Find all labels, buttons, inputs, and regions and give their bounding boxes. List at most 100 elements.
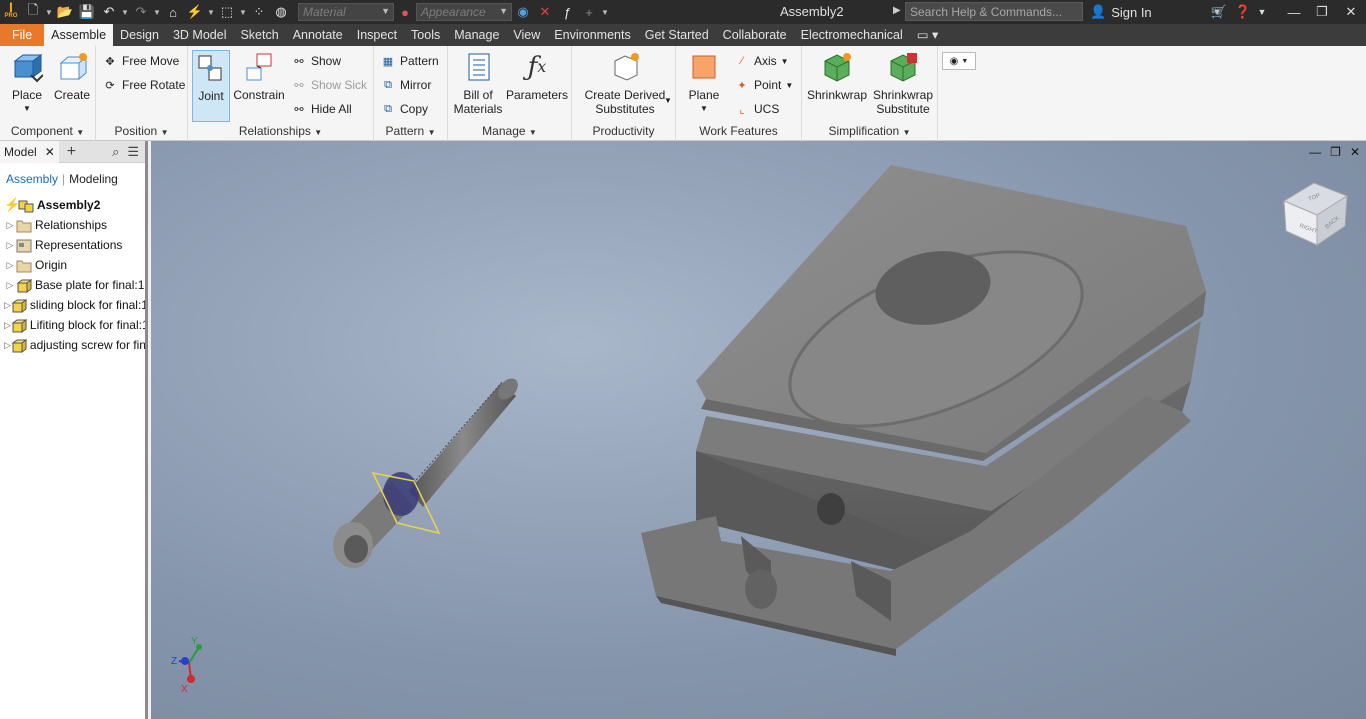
tab-design[interactable]: Design bbox=[113, 24, 166, 46]
tree-node[interactable]: ▷ Origin bbox=[0, 255, 145, 275]
tab-manage[interactable]: Manage bbox=[447, 24, 506, 46]
undo-dropdown[interactable]: ▼ bbox=[120, 8, 130, 17]
customize-dropdown[interactable]: ▼ bbox=[600, 8, 610, 17]
update-dropdown[interactable]: ▼ bbox=[206, 8, 216, 17]
tab-get-started[interactable]: Get Started bbox=[638, 24, 716, 46]
bill-of-materials-button[interactable]: Bill of Materials bbox=[452, 50, 504, 116]
point-button[interactable]: ✦ Point ▼ bbox=[734, 76, 793, 94]
redo-icon[interactable]: ↷ bbox=[130, 2, 152, 22]
adjust-appearance-icon[interactable]: ◉ bbox=[512, 2, 534, 22]
adjusting-screw-model[interactable] bbox=[333, 375, 522, 568]
tab-annotate[interactable]: Annotate bbox=[286, 24, 350, 46]
tree-node[interactable]: ▷ Base plate for final:1 bbox=[0, 275, 145, 295]
menu-icon[interactable]: ☰ bbox=[127, 144, 139, 160]
appearance-dropdown[interactable]: Appearance ▼ bbox=[416, 3, 512, 21]
constrain-button[interactable]: Constrain bbox=[232, 50, 286, 102]
plane-button[interactable]: Plane ▼ bbox=[684, 50, 724, 116]
add-tab-icon[interactable]: + bbox=[67, 143, 76, 161]
expand-icon[interactable]: ▷ bbox=[4, 340, 11, 351]
tab-assemble[interactable]: Assemble bbox=[44, 24, 114, 46]
create-derived-substitutes-button[interactable]: Create Derived Substitutes bbox=[582, 50, 668, 116]
select-dropdown[interactable]: ▼ bbox=[238, 8, 248, 17]
home-icon[interactable]: ⌂ bbox=[162, 2, 184, 22]
free-rotate-button[interactable]: ⟳ Free Rotate bbox=[102, 76, 185, 94]
close-tab-icon[interactable]: ✕ bbox=[45, 145, 55, 159]
measure-icon[interactable]: ⁘ bbox=[248, 2, 270, 22]
open-icon[interactable]: 📂 bbox=[54, 2, 76, 22]
viewcube[interactable]: RIGHT BACK TOP bbox=[1282, 182, 1349, 246]
material-dropdown[interactable]: Material ▼ bbox=[298, 3, 394, 21]
expand-icon[interactable]: ▷ bbox=[4, 300, 11, 311]
panel-title-pattern[interactable]: Pattern ▼ bbox=[374, 124, 447, 138]
search-icon[interactable]: ⌕ bbox=[112, 144, 119, 160]
shrinkwrap-substitute-button[interactable]: Shrinkwrap Substitute bbox=[870, 50, 936, 116]
productivity-dropdown-icon[interactable]: ▼ bbox=[664, 96, 672, 105]
expand-icon[interactable]: ▷ bbox=[4, 240, 16, 251]
tab-overflow-dropdown-icon[interactable]: ▭ ▾ bbox=[910, 24, 946, 46]
help-icon[interactable]: ❓ bbox=[1232, 4, 1254, 20]
maximize-icon[interactable]: ❐ bbox=[1308, 4, 1336, 20]
undo-icon[interactable]: ↶ bbox=[98, 2, 120, 22]
shrinkwrap-button[interactable]: Shrinkwrap bbox=[806, 50, 868, 102]
tab-electromechanical[interactable]: Electromechanical bbox=[794, 24, 910, 46]
sign-in-button[interactable]: 👤 Sign In ▼ bbox=[1090, 4, 1222, 20]
help-dropdown-icon[interactable]: ▼ bbox=[1254, 7, 1270, 17]
tree-root[interactable]: ⚡ Assembly2 bbox=[0, 195, 145, 215]
panel-title-relationships[interactable]: Relationships ▼ bbox=[188, 124, 373, 138]
new-dropdown[interactable]: ▼ bbox=[44, 8, 54, 17]
tree-node[interactable]: ▷ Representations bbox=[0, 235, 145, 255]
minimize-icon[interactable]: — bbox=[1280, 5, 1308, 20]
panel-title-simplification[interactable]: Simplification ▼ bbox=[802, 124, 937, 138]
graphics-viewport[interactable]: — ❐ ✕ RIGHT BACK TOP Y Z X bbox=[151, 141, 1366, 719]
cart-icon[interactable]: 🛒 bbox=[1206, 4, 1232, 20]
tree-node[interactable]: ▷ sliding block for final:1 bbox=[0, 295, 145, 315]
axis-button[interactable]: ⁄ Axis ▼ bbox=[734, 52, 789, 70]
tree-node[interactable]: ▷ adjusting screw for final:1 bbox=[0, 335, 145, 355]
tab-sketch[interactable]: Sketch bbox=[233, 24, 285, 46]
free-move-button[interactable]: ✥ Free Move bbox=[102, 52, 179, 70]
tree-node[interactable]: ▷ Lifiting block for final:1 bbox=[0, 315, 145, 335]
show-sick-button[interactable]: ⚯ Show Sick bbox=[291, 76, 367, 94]
tab-environments[interactable]: Environments bbox=[547, 24, 637, 46]
parameters-fx-icon[interactable]: ƒ bbox=[556, 2, 578, 22]
clear-appearance-icon[interactable]: ✕ bbox=[534, 2, 556, 22]
panel-title-position[interactable]: Position ▼ bbox=[96, 124, 187, 138]
tree-node[interactable]: ▷ Relationships bbox=[0, 215, 145, 235]
expand-icon[interactable]: ▷ bbox=[4, 320, 11, 331]
app-logo[interactable]: I PRO bbox=[0, 0, 22, 24]
pattern-button[interactable]: ▦ Pattern bbox=[380, 52, 439, 70]
new-icon[interactable]: 🗋 bbox=[22, 2, 44, 22]
redo-dropdown[interactable]: ▼ bbox=[152, 8, 162, 17]
close-icon[interactable]: ✕ bbox=[1336, 4, 1366, 20]
copy-button[interactable]: ⧉ Copy bbox=[380, 100, 428, 118]
expand-icon[interactable]: ▷ bbox=[4, 220, 16, 231]
add-icon[interactable]: + bbox=[578, 2, 600, 22]
expand-icon[interactable]: ▷ bbox=[4, 280, 16, 291]
ribbon-options-button[interactable]: ◉ ▼ bbox=[942, 52, 976, 70]
tab-view[interactable]: View bbox=[506, 24, 547, 46]
select-icon[interactable]: ⬚ bbox=[216, 2, 238, 22]
tab-file[interactable]: File bbox=[0, 24, 45, 46]
tab-inspect[interactable]: Inspect bbox=[350, 24, 404, 46]
material-sphere-icon[interactable]: ◍ bbox=[270, 2, 292, 22]
mirror-button[interactable]: ⧉ Mirror bbox=[380, 76, 431, 94]
assembly-mode-link[interactable]: Assembly bbox=[6, 172, 58, 186]
update-icon[interactable]: ⚡ bbox=[184, 2, 206, 22]
create-button[interactable]: Create bbox=[52, 50, 92, 102]
show-button[interactable]: ⚯ Show bbox=[291, 52, 341, 70]
hide-all-button[interactable]: ⚯ Hide All bbox=[291, 100, 351, 118]
model-tab[interactable]: Model ✕ bbox=[0, 140, 59, 163]
panel-title-manage[interactable]: Manage ▼ bbox=[448, 124, 571, 138]
tab-collaborate[interactable]: Collaborate bbox=[716, 24, 794, 46]
joint-button[interactable]: Joint bbox=[192, 50, 230, 122]
parameters-button[interactable]: ƒx Parameters bbox=[506, 50, 568, 102]
tab-tools[interactable]: Tools bbox=[404, 24, 447, 46]
panel-title-component[interactable]: Component ▼ bbox=[0, 124, 95, 138]
search-input[interactable]: Search Help & Commands... bbox=[905, 2, 1083, 21]
save-icon[interactable]: 💾 bbox=[76, 2, 98, 22]
modeling-mode-link[interactable]: Modeling bbox=[69, 172, 118, 186]
appearance-sphere-icon[interactable]: ● bbox=[394, 2, 416, 22]
tab-3d-model[interactable]: 3D Model bbox=[166, 24, 234, 46]
ucs-button[interactable]: ⌞ UCS bbox=[734, 100, 779, 118]
expand-icon[interactable]: ▷ bbox=[4, 260, 16, 271]
